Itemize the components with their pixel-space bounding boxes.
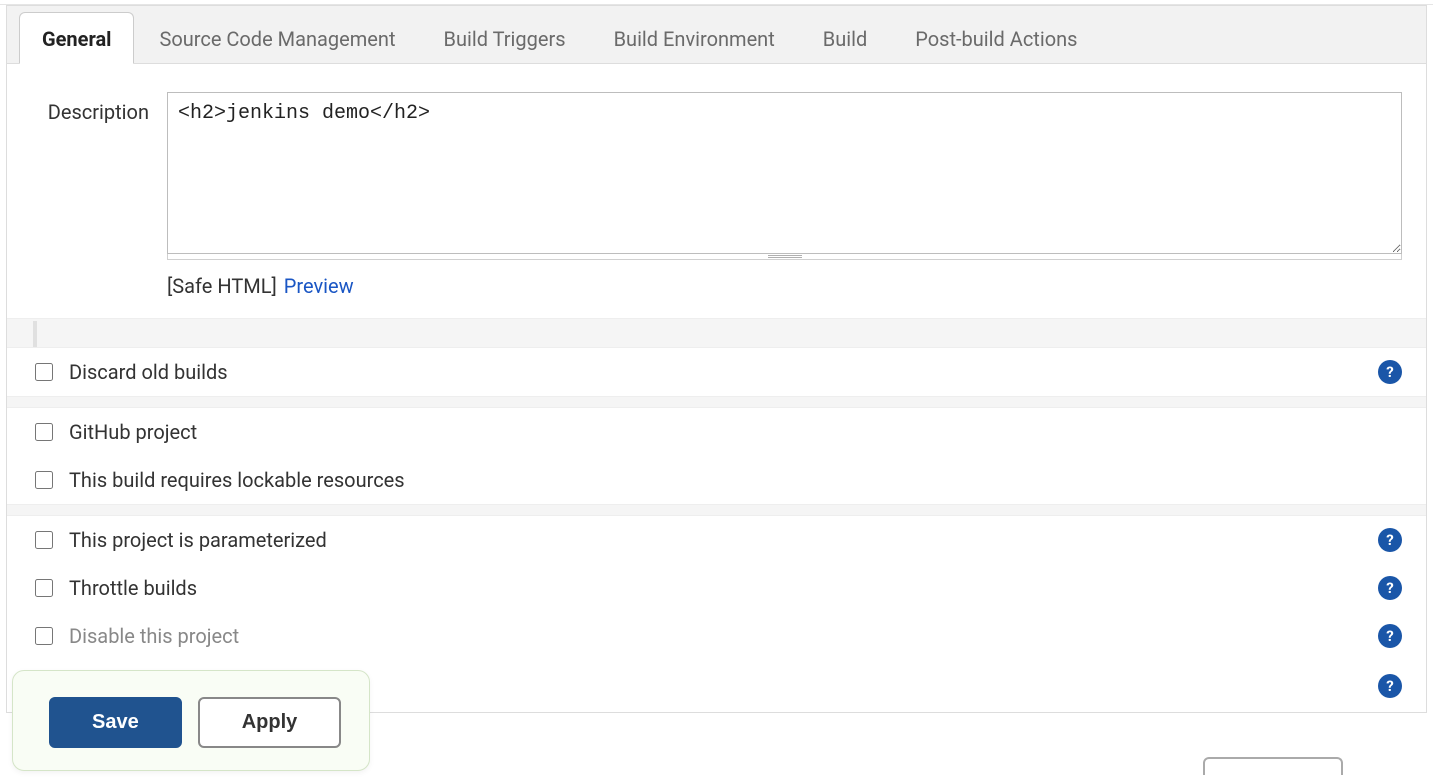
option-lockable-resources: This build requires lockable resources: [31, 456, 1402, 504]
option-github-project: GitHub project: [31, 408, 1402, 456]
help-icon[interactable]: ?: [1378, 528, 1402, 552]
description-textarea[interactable]: [167, 92, 1402, 254]
checkbox-lockable-resources[interactable]: [35, 471, 53, 489]
label-lockable-resources: This build requires lockable resources: [69, 468, 1402, 492]
section-divider: [7, 318, 1426, 348]
tab-general[interactable]: General: [19, 12, 134, 64]
help-icon[interactable]: ?: [1378, 360, 1402, 384]
action-bar: Save Apply: [12, 670, 370, 771]
apply-button[interactable]: Apply: [198, 697, 342, 748]
panel-body: Description [Safe HTML] Preview Discard …: [7, 64, 1426, 712]
help-icon[interactable]: ?: [1378, 674, 1402, 698]
advanced-button-peek[interactable]: [1203, 757, 1343, 775]
label-parameterized: This project is parameterized: [69, 528, 1370, 552]
help-icon[interactable]: ?: [1378, 576, 1402, 600]
option-discard-old-builds: Discard old builds ?: [31, 348, 1402, 396]
page-container: General Source Code Management Build Tri…: [0, 4, 1433, 713]
resize-handle-icon[interactable]: [167, 254, 1402, 260]
save-button[interactable]: Save: [49, 697, 182, 748]
option-disable-project: Disable this project ?: [31, 612, 1402, 660]
option-parameterized: This project is parameterized ?: [31, 516, 1402, 564]
tab-build-environment[interactable]: Build Environment: [591, 12, 798, 63]
safe-html-label: [Safe HTML]: [167, 274, 277, 298]
section-divider: [7, 396, 1426, 408]
description-row: Description [Safe HTML] Preview: [31, 92, 1402, 318]
label-disable-project: Disable this project: [69, 624, 1370, 648]
tabs-bar: General Source Code Management Build Tri…: [7, 6, 1426, 64]
tab-scm[interactable]: Source Code Management: [136, 12, 418, 63]
help-icon[interactable]: ?: [1378, 624, 1402, 648]
checkbox-disable-project[interactable]: [35, 627, 53, 645]
checkbox-github-project[interactable]: [35, 423, 53, 441]
description-field-wrap: [Safe HTML] Preview: [167, 92, 1402, 318]
tab-build[interactable]: Build: [800, 12, 891, 63]
checkbox-parameterized[interactable]: [35, 531, 53, 549]
checkbox-discard-old-builds[interactable]: [35, 363, 53, 381]
section-divider: [7, 504, 1426, 516]
label-github-project: GitHub project: [69, 420, 1402, 444]
option-throttle-builds: Throttle builds ?: [31, 564, 1402, 612]
config-panel: General Source Code Management Build Tri…: [6, 5, 1427, 713]
tab-build-triggers[interactable]: Build Triggers: [421, 12, 589, 63]
label-throttle-builds: Throttle builds: [69, 576, 1370, 600]
preview-link[interactable]: Preview: [284, 274, 354, 298]
label-discard-old-builds: Discard old builds: [69, 360, 1370, 384]
description-hint: [Safe HTML] Preview: [167, 260, 1402, 318]
description-label: Description: [31, 92, 149, 318]
drag-handle-icon[interactable]: [25, 319, 45, 349]
checkbox-throttle-builds[interactable]: [35, 579, 53, 597]
tab-post-build[interactable]: Post-build Actions: [892, 12, 1100, 63]
